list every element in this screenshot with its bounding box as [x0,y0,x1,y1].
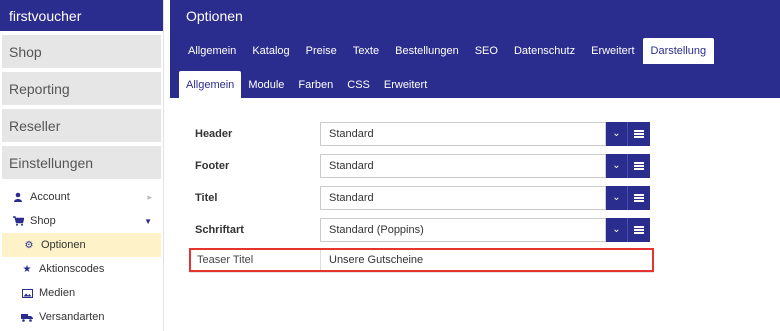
truck-icon [21,311,33,323]
sidebar-item-label: Medien [39,287,76,299]
settings-subnav: Account ▸ Shop ▼ ⚙ Optionen ★ Aktionscod… [0,185,163,329]
form-row-header: Header Standard ⌄ [195,121,651,146]
dropdown-button[interactable]: ⌄ [606,153,628,178]
hamburger-icon [634,225,644,234]
nav-reseller[interactable]: Reseller [2,109,161,142]
tab-bestellungen[interactable]: Bestellungen [387,38,467,64]
sidebar-item-label: Aktionscodes [39,263,105,275]
tab-allgemein[interactable]: Allgemein [180,38,244,64]
tab-katalog[interactable]: Katalog [244,38,297,64]
sidebar-item-medien[interactable]: Medien [0,281,163,305]
chevron-down-icon: ⌄ [612,160,621,171]
chevron-down-icon: ▼ [144,216,152,226]
form-row-titel: Titel Standard ⌄ [195,185,651,210]
page-title: Optionen [186,8,243,24]
field-label: Teaser Titel [197,254,254,266]
menu-button[interactable] [628,217,650,242]
chevron-down-icon: ⌄ [612,128,621,139]
header-bar: Optionen Allgemein Katalog Preise Texte … [170,0,780,98]
sidebar-item-shop[interactable]: Shop ▼ [0,209,163,233]
settings-form: Header Standard ⌄ Footer Standard ⌄ Tite… [176,98,780,331]
tab-texte[interactable]: Texte [345,38,387,64]
subtab-allgemein[interactable]: Allgemein [179,71,242,98]
sidebar-item-label: Versandarten [39,311,105,323]
sidebar-item-label: Shop [30,215,56,227]
image-icon [21,287,33,299]
tab-erweitert[interactable]: Erweitert [583,38,642,64]
star-icon: ★ [22,263,32,275]
cart-icon [12,215,24,227]
dropdown-button[interactable]: ⌄ [606,217,628,242]
teaser-title-input[interactable]: Unsere Gutscheine [320,250,431,270]
nav-einstellungen[interactable]: Einstellungen [2,146,161,179]
hamburger-icon [634,193,644,202]
nav-shop[interactable]: Shop [2,35,161,68]
menu-button[interactable] [628,153,650,178]
sidebar-item-optionen[interactable]: ⚙ Optionen [2,233,161,257]
sidebar-item-account[interactable]: Account ▸ [0,185,163,209]
sidebar-item-label: Optionen [41,239,86,251]
nav-reporting[interactable]: Reporting [2,72,161,105]
menu-button[interactable] [628,121,650,146]
field-label: Footer [195,159,230,172]
user-icon [12,191,24,203]
sidebar-item-label: Account [30,191,70,203]
chevron-down-icon: ⌄ [612,192,621,203]
sub-tabs: Allgemein Module Farben CSS Erweitert [179,71,434,98]
tab-datenschutz[interactable]: Datenschutz [506,38,583,64]
subtab-farben[interactable]: Farben [291,71,340,98]
field-label: Header [195,127,233,140]
tab-preise[interactable]: Preise [298,38,345,64]
subtab-css[interactable]: CSS [340,71,377,98]
header-select[interactable]: Standard [320,121,606,146]
sidebar: firstvoucher Shop Reporting Reseller Ein… [0,0,164,331]
hamburger-icon [634,161,644,170]
gear-icon: ⚙ [24,239,34,251]
main-tabs: Allgemein Katalog Preise Texte Bestellun… [180,38,715,64]
divider [189,272,654,273]
tab-darstellung[interactable]: Darstellung [642,38,715,64]
sidebar-item-aktionscodes[interactable]: ★ Aktionscodes [0,257,163,281]
subtab-erweitert[interactable]: Erweitert [377,71,434,98]
form-row-footer: Footer Standard ⌄ [195,153,651,178]
subtab-module[interactable]: Module [241,71,291,98]
sidebar-item-versandarten[interactable]: Versandarten [0,305,163,329]
field-label: Schriftart [195,223,244,236]
titel-select[interactable]: Standard [320,185,606,210]
teaser-title-row: Teaser Titel Unsere Gutscheine [189,248,654,272]
dropdown-button[interactable]: ⌄ [606,121,628,146]
form-row-schriftart: Schriftart Standard (Poppins) ⌄ [195,217,651,242]
field-label: Titel [195,191,218,204]
chevron-right-icon: ▸ [147,191,152,202]
dropdown-button[interactable]: ⌄ [606,185,628,210]
tab-seo[interactable]: SEO [467,38,506,64]
chevron-down-icon: ⌄ [612,224,621,235]
brand-name: firstvoucher [0,0,163,31]
menu-button[interactable] [628,185,650,210]
footer-select[interactable]: Standard [320,153,606,178]
hamburger-icon [634,129,644,138]
schriftart-select[interactable]: Standard (Poppins) [320,217,606,242]
